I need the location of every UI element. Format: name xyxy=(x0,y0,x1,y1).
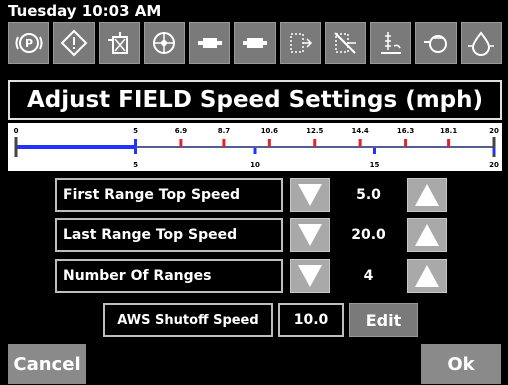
parking-brake-icon[interactable]: P xyxy=(8,22,50,64)
up-arrow-icon xyxy=(415,184,439,206)
engine-warning-icon[interactable] xyxy=(234,22,276,64)
last-range-increase-button[interactable] xyxy=(407,218,447,252)
transmission-icon[interactable] xyxy=(279,22,321,64)
aws-edit-button[interactable]: Edit xyxy=(349,303,418,337)
top-tick-mark xyxy=(134,139,137,147)
number-of-ranges-value: 4 xyxy=(363,268,374,284)
down-arrow-icon xyxy=(298,184,322,206)
aws-shutoff-value: 10.0 xyxy=(278,303,344,337)
top-tick-mark xyxy=(404,139,408,147)
top-tick-label: 20 xyxy=(489,127,499,135)
engine-fan-icon[interactable] xyxy=(143,22,186,64)
bottom-tick-label: 15 xyxy=(370,161,380,169)
first-range-label: First Range Top Speed xyxy=(55,178,283,212)
last-range-decrease-button[interactable] xyxy=(290,218,330,252)
bottom-tick-mark xyxy=(492,148,496,154)
top-tick-mark xyxy=(222,139,226,147)
bottom-tick-label: 10 xyxy=(250,161,260,169)
number-of-ranges-label: Number Of Ranges xyxy=(55,259,283,293)
page-title: Adjust FIELD Speed Settings (mph) xyxy=(8,80,502,120)
top-tick-label: 6.9 xyxy=(175,127,188,135)
bottom-tick-mark xyxy=(253,148,257,154)
top-tick-mark xyxy=(358,139,362,147)
number-of-ranges-increase-button[interactable] xyxy=(407,259,447,293)
aws-shutoff-label: AWS Shutoff Speed xyxy=(103,303,273,337)
last-range-row: Last Range Top Speed 20.0 xyxy=(55,218,447,252)
speed-range-scale-graphic: 0 5 6.9 8.7 10.6 12.5 14.4 16.3 18.1 20 5 10 15 20 xyxy=(14,127,499,169)
engine-icon[interactable] xyxy=(189,22,231,64)
warning-icon-bar: P xyxy=(8,22,502,64)
status-time: Tuesday 10:03 AM xyxy=(8,2,162,20)
speed-range-scale: 0 5 6.9 8.7 10.6 12.5 14.4 16.3 18.1 20 5 10 15 20 xyxy=(8,123,502,171)
first-range-row: First Range Top Speed 5.0 xyxy=(55,178,447,212)
last-range-value: 20.0 xyxy=(351,227,386,243)
first-range-decrease-button[interactable] xyxy=(290,178,330,212)
top-tick-label: 0 xyxy=(14,127,19,135)
number-of-ranges-row: Number Of Ranges 4 xyxy=(55,259,447,293)
number-of-ranges-decrease-button[interactable] xyxy=(290,259,330,293)
svg-text:P: P xyxy=(25,37,33,50)
top-tick-label: 10.6 xyxy=(261,127,278,135)
down-arrow-icon xyxy=(298,224,322,246)
top-tick-label: 18.1 xyxy=(440,127,457,135)
transmission-fault-icon[interactable] xyxy=(324,22,367,64)
up-arrow-icon xyxy=(415,265,439,287)
top-tick-mark xyxy=(313,139,317,147)
first-range-increase-button[interactable] xyxy=(407,178,447,212)
cancel-button[interactable]: Cancel xyxy=(8,344,86,384)
fuel-level-icon[interactable] xyxy=(370,22,412,64)
last-range-label: Last Range Top Speed xyxy=(55,218,283,252)
top-tick-label: 5 xyxy=(133,127,138,135)
top-tick-label: 16.3 xyxy=(397,127,414,135)
top-tick-label: 8.7 xyxy=(218,127,231,135)
top-tick-mark xyxy=(447,139,451,147)
first-range-value: 5.0 xyxy=(356,187,381,203)
bottom-tick-mark xyxy=(134,148,137,154)
top-tick-label: 12.5 xyxy=(306,127,323,135)
bottom-tick-label: 5 xyxy=(133,161,138,169)
bottom-tick-label: 20 xyxy=(489,161,499,169)
top-tick-mark xyxy=(267,139,271,147)
up-arrow-icon xyxy=(415,224,439,246)
master-warning-icon[interactable] xyxy=(53,22,95,64)
top-tick-mark xyxy=(14,137,18,157)
top-tick-label: 14.4 xyxy=(352,127,369,135)
ok-button[interactable]: Ok xyxy=(421,344,501,384)
oil-pressure-icon[interactable] xyxy=(460,22,502,64)
top-tick-mark xyxy=(179,139,183,147)
hydraulic-filter-icon[interactable] xyxy=(98,22,140,64)
bottom-tick-mark xyxy=(373,148,376,154)
coolant-icon[interactable] xyxy=(415,22,457,64)
down-arrow-icon xyxy=(298,265,322,287)
